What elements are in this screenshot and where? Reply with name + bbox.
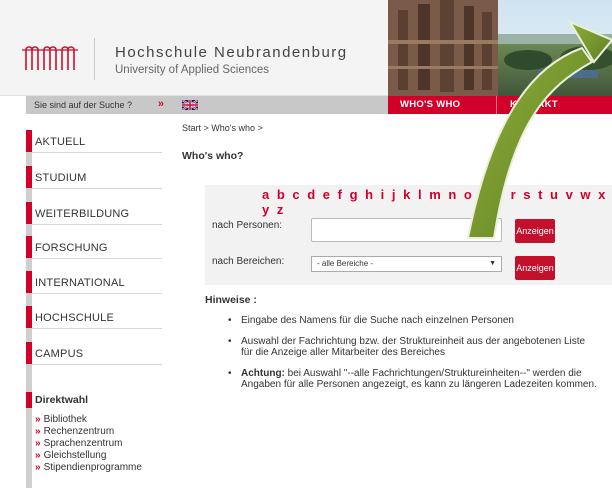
alphabet-filter[interactable]: a b c d e f g h i j k l m n o p q r s t … <box>262 187 612 217</box>
site-header: Hochschule Neubrandenburg University of … <box>0 0 612 96</box>
chevron-right-icon: » <box>35 426 41 437</box>
area-search-label: nach Bereichen: <box>212 256 285 267</box>
sidebar-item-label: WEITERBILDUNG <box>35 208 130 220</box>
sidebar-item-label: INTERNATIONAL <box>35 277 125 289</box>
direktwahl-link-gleichstellung[interactable]: » Gleichstellung <box>35 450 142 462</box>
divider <box>32 152 162 153</box>
divider <box>32 364 162 365</box>
sidebar-marker <box>26 130 32 152</box>
sidebar: AKTUELL STUDIUM WEITERBILDUNG FORSCHUNG … <box>26 114 170 488</box>
link-label: Sprachenzentrum <box>43 438 123 449</box>
hints-list: Eingabe des Namens für die Suche nach ei… <box>228 315 598 400</box>
direktwahl-list: » Bibliothek » Rechenzentrum » Sprachenzent… <box>35 414 142 474</box>
link-label: Stipendienprogramme <box>43 462 142 473</box>
hint-text: bei Auswahl "--alle Fachrichtungen/Struk… <box>241 368 597 390</box>
hsnb-logo-icon[interactable] <box>22 42 82 72</box>
sidebar-marker <box>26 342 32 364</box>
area-select[interactable]: - alle Bereiche - ▼ <box>311 256 502 272</box>
direktwahl-link-rechenzentrum[interactable]: » Rechenzentrum <box>35 426 142 438</box>
sidebar-marker <box>26 306 32 328</box>
divider <box>32 188 162 189</box>
chevron-right-icon: » <box>35 438 41 449</box>
dropdown-arrow-icon: ▼ <box>489 260 496 267</box>
language-bar <box>170 96 388 114</box>
person-search-input[interactable] <box>311 218 502 242</box>
search-hint-label: Sie sind auf der Suche ? <box>34 100 133 110</box>
hint-item: Auswahl der Fachrichtung bzw. der Strukt… <box>228 336 598 358</box>
direktwahl-marker <box>26 392 32 408</box>
sidebar-item-hochschule[interactable]: HOCHSCHULE <box>26 306 170 340</box>
brand-subtitle: University of Applied Sciences <box>115 64 270 76</box>
page-title: Who's who? <box>182 150 244 162</box>
link-label: Gleichstellung <box>43 450 107 461</box>
hints-heading: Hinweise : <box>205 294 257 306</box>
direktwahl-link-sprachenzentrum[interactable]: » Sprachenzentrum <box>35 438 142 450</box>
hint-text: Eingabe des Namens für die Suche nach ei… <box>241 315 514 326</box>
breadcrumb[interactable]: Start > Who's who > <box>182 123 263 133</box>
link-label: Bibliothek <box>43 414 87 425</box>
hint-warning-label: Achtung: <box>241 368 285 379</box>
chevron-right-icon: » <box>157 98 164 110</box>
sidebar-marker <box>26 236 32 258</box>
person-search-label: nach Personen: <box>212 220 283 231</box>
sidebar-item-campus[interactable]: CAMPUS <box>26 342 170 376</box>
sidebar-item-aktuell[interactable]: AKTUELL <box>26 130 170 164</box>
nav-whos-who[interactable]: WHO'S WHO <box>400 99 460 110</box>
chevron-right-icon: » <box>35 462 41 473</box>
header-photo <box>388 0 612 96</box>
divider <box>32 328 162 329</box>
sidebar-item-label: CAMPUS <box>35 348 84 360</box>
show-area-button[interactable]: Anzeigen <box>515 256 555 280</box>
sidebar-item-label: FORSCHUNG <box>35 242 108 254</box>
direktwahl-link-bibliothek[interactable]: » Bibliothek <box>35 414 142 426</box>
sidebar-marker <box>26 166 32 188</box>
area-select-value: - alle Bereiche - <box>317 259 374 268</box>
hint-item: Achtung: bei Auswahl "--alle Fachrichtun… <box>228 368 598 390</box>
link-label: Rechenzentrum <box>43 426 115 437</box>
hint-text: Auswahl der Fachrichtung bzw. der Strukt… <box>241 336 586 358</box>
sidebar-item-international[interactable]: INTERNATIONAL <box>26 271 170 305</box>
direktwahl-heading: Direktwahl <box>35 394 89 406</box>
chevron-right-icon: » <box>35 414 41 425</box>
hint-item: Eingabe des Namens für die Suche nach ei… <box>228 315 598 326</box>
nav-separator <box>496 96 497 114</box>
sidebar-item-studium[interactable]: STUDIUM <box>26 166 170 200</box>
sidebar-item-label: STUDIUM <box>35 172 87 184</box>
sidebar-item-label: HOCHSCHULE <box>35 312 115 324</box>
top-bar: Sie sind auf der Suche ? » WHO'S WHO KON… <box>0 96 612 114</box>
brand-title: Hochschule Neubrandenburg <box>115 44 348 61</box>
nav-kontakt[interactable]: KONTAKT <box>510 99 558 110</box>
logo-divider <box>94 38 95 80</box>
direktwahl-link-stipendienprogramme[interactable]: » Stipendienprogramme <box>35 462 142 474</box>
divider <box>32 258 162 259</box>
top-nav: WHO'S WHO KONTAKT <box>388 96 612 114</box>
divider <box>32 224 162 225</box>
uk-flag-icon[interactable] <box>182 100 198 110</box>
sidebar-item-label: AKTUELL <box>35 136 86 148</box>
divider <box>32 293 162 294</box>
chevron-right-icon: » <box>35 450 41 461</box>
show-person-button[interactable]: Anzeigen <box>515 219 555 243</box>
sidebar-item-forschung[interactable]: FORSCHUNG <box>26 236 170 270</box>
sidebar-marker <box>26 271 32 293</box>
sidebar-marker <box>26 202 32 224</box>
search-hint-link[interactable]: Sie sind auf der Suche ? » <box>26 96 170 114</box>
sidebar-item-weiterbildung[interactable]: WEITERBILDUNG <box>26 202 170 236</box>
